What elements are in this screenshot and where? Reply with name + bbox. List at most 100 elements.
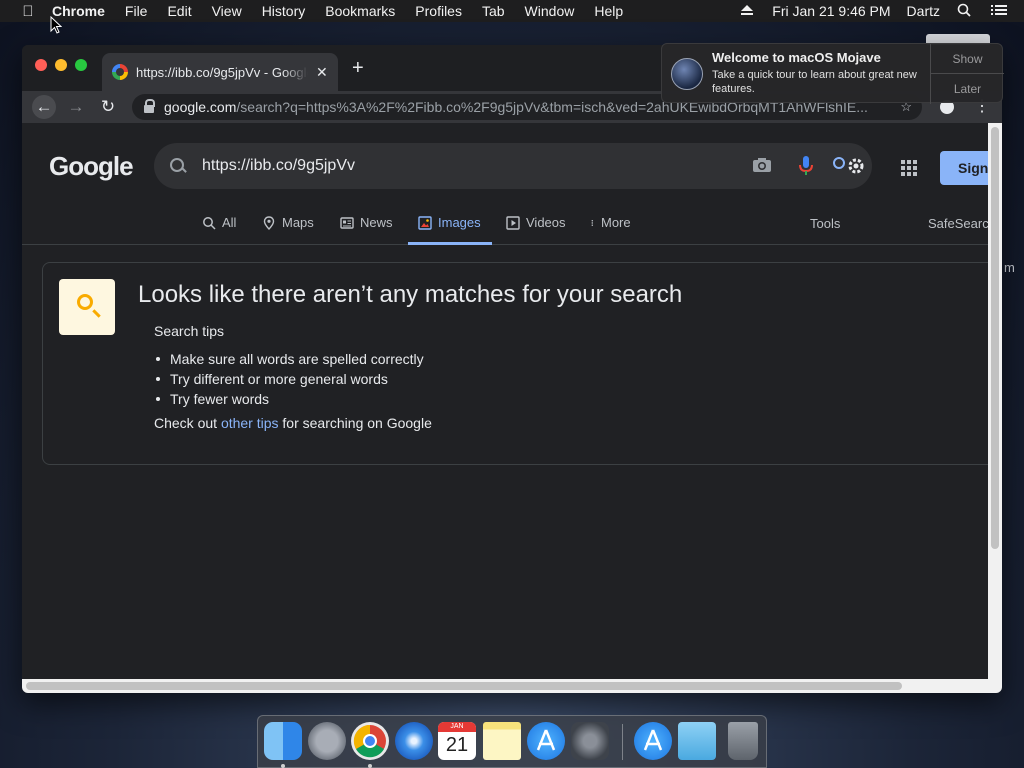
running-indicator [368, 764, 372, 768]
menu-view[interactable]: View [212, 3, 242, 19]
google-favicon-icon [112, 64, 128, 80]
desktop-edge-text: m [1004, 260, 1015, 275]
tab-videos[interactable]: Videos [506, 215, 566, 245]
notification-center-icon[interactable] [990, 3, 1008, 20]
search-settings-icon[interactable] [832, 155, 868, 177]
list-item: Try fewer words [154, 389, 424, 409]
browser-tab[interactable]: https://ibb.co/9g5jpVv - Google ✕ [102, 53, 338, 91]
google-logo-text: Google [49, 151, 134, 181]
menu-edit[interactable]: Edit [167, 3, 191, 19]
notes-icon[interactable] [483, 722, 521, 760]
microphone-icon[interactable] [796, 155, 816, 177]
notification-title: Welcome to macOS Mojave [712, 50, 881, 65]
notification-actions: Show Later [930, 44, 1004, 104]
tab-title: https://ibb.co/9g5jpVv - Google [136, 64, 308, 80]
menu-window[interactable]: Window [525, 3, 575, 19]
tab-maps-label: Maps [282, 215, 314, 230]
finder-icon[interactable] [264, 722, 302, 760]
list-item: Try different or more general words [154, 369, 424, 389]
eject-icon[interactable] [738, 3, 756, 20]
menu-profiles[interactable]: Profiles [415, 3, 462, 19]
search-box[interactable] [154, 143, 872, 189]
tab-images[interactable]: Images [408, 215, 492, 245]
browser-window: https://ibb.co/9g5jpVv - Google ✕ + ← → … [22, 45, 1002, 693]
close-window-button[interactable] [35, 59, 47, 71]
tab-more[interactable]: More [590, 215, 631, 245]
minimize-window-button[interactable] [55, 59, 67, 71]
google-apps-icon[interactable] [900, 159, 918, 177]
search-icon [203, 217, 216, 230]
app-store-download-icon[interactable] [634, 722, 672, 760]
tab-news-label: News [360, 215, 393, 230]
vertical-scrollbar[interactable] [988, 123, 1002, 679]
app-store-icon[interactable] [527, 722, 565, 760]
back-arrow-icon[interactable]: ← [32, 95, 56, 119]
system-preferences-icon[interactable] [571, 722, 609, 760]
tab-news[interactable]: News [340, 215, 393, 245]
new-tab-icon[interactable]: + [352, 57, 364, 80]
tab-all-label: All [222, 215, 237, 230]
show-button[interactable]: Show [931, 44, 1004, 74]
sign-in-button[interactable]: Sign in [940, 151, 988, 185]
zoom-window-button[interactable] [75, 59, 87, 71]
close-tab-icon[interactable]: ✕ [316, 64, 328, 81]
calendar-month: JAN [438, 722, 476, 732]
downloads-folder-icon[interactable] [678, 722, 716, 760]
menu-help[interactable]: Help [594, 3, 623, 19]
search-type-tabs: All Maps News Images Videos More Tools S… [22, 207, 988, 245]
dock-separator [622, 724, 623, 760]
menu-history[interactable]: History [262, 3, 306, 19]
tab-images-label: Images [438, 215, 481, 230]
video-icon [506, 216, 520, 230]
chrome-icon[interactable] [351, 722, 389, 760]
camera-search-icon[interactable] [752, 157, 772, 173]
lock-icon[interactable] [144, 99, 155, 113]
apple-menu-icon[interactable]:  [18, 3, 38, 20]
running-indicator [281, 764, 285, 768]
menu-tab[interactable]: Tab [482, 3, 505, 19]
search-input[interactable] [202, 157, 722, 175]
safari-icon[interactable] [395, 722, 433, 760]
tab-videos-label: Videos [526, 215, 566, 230]
calendar-day: 21 [445, 734, 469, 756]
spotlight-icon[interactable] [956, 3, 974, 20]
no-match-title: Looks like there aren’t any matches for … [138, 281, 683, 308]
calendar-icon[interactable]: JAN 21 [438, 722, 476, 760]
news-icon [340, 217, 354, 229]
horizontal-scrollbar[interactable] [22, 679, 1002, 693]
menu-bookmarks[interactable]: Bookmarks [325, 3, 395, 19]
horizontal-scroll-thumb[interactable] [26, 682, 902, 690]
tab-all[interactable]: All [202, 215, 236, 245]
notification-body: Take a quick tour to learn about great n… [712, 69, 917, 95]
menu-user[interactable]: Dartz [907, 3, 940, 19]
later-button[interactable]: Later [931, 74, 1004, 104]
url-host: google.com [164, 99, 237, 115]
safesearch-button[interactable]: SafeSearch [928, 216, 988, 231]
no-results-card: Looks like there aren’t any matches for … [42, 262, 988, 465]
mouse-cursor-icon [50, 16, 62, 34]
mojave-app-icon [671, 58, 703, 90]
tab-more-label: More [601, 215, 631, 230]
launchpad-icon[interactable] [308, 722, 346, 760]
tab-maps[interactable]: Maps [262, 215, 314, 245]
reload-icon[interactable]: ↻ [96, 95, 120, 119]
search-tips-list: Make sure all words are spelled correctl… [154, 349, 424, 409]
google-logo[interactable]: Google [49, 151, 134, 182]
checkout-prefix: Check out [154, 415, 218, 431]
vertical-scroll-thumb[interactable] [991, 127, 999, 549]
menu-clock[interactable]: Fri Jan 21 9:46 PM [772, 3, 890, 19]
trash-icon[interactable] [728, 722, 758, 760]
search-tip-icon [59, 279, 115, 335]
tools-button[interactable]: Tools [810, 216, 840, 231]
menu-file[interactable]: File [125, 3, 148, 19]
dock: JAN 21 [257, 715, 767, 768]
other-tips-link[interactable]: other tips [221, 415, 279, 431]
list-item: Make sure all words are spelled correctl… [154, 349, 424, 369]
macos-notification[interactable]: Welcome to macOS Mojave Take a quick tou… [661, 43, 1004, 104]
checkout-suffix: for searching on Google [282, 415, 432, 431]
search-icon [170, 158, 186, 174]
forward-arrow-icon[interactable]: → [64, 95, 88, 119]
menu-bar:  Chrome File Edit View History Bookmark… [0, 0, 1024, 22]
map-pin-icon [263, 216, 275, 230]
more-vert-icon [591, 219, 594, 227]
